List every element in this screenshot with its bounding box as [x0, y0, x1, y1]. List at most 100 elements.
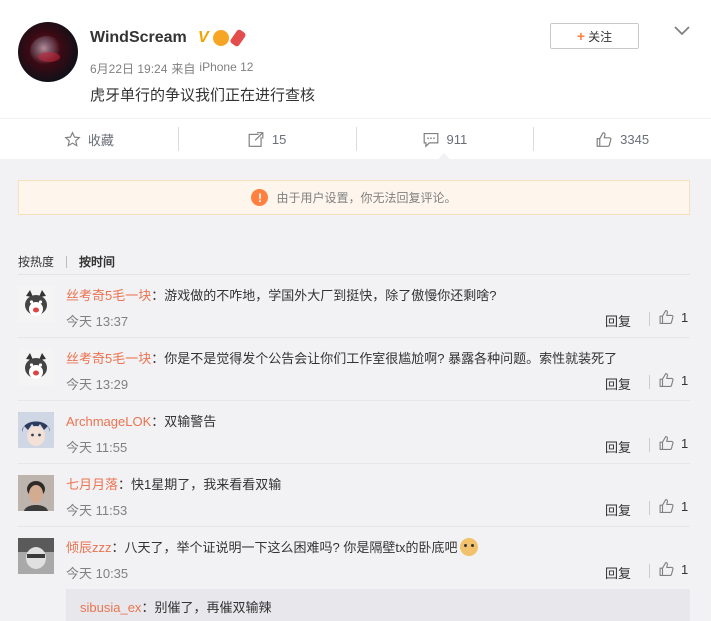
commenter-avatar[interactable]: [18, 538, 54, 574]
warning-icon: !: [251, 189, 269, 206]
comment-item: ArchmageLOK：双输警告 今天 11:55 回复 1: [18, 401, 690, 464]
comment-like-button[interactable]: 1: [649, 435, 689, 452]
post-source-prefix: 来自: [171, 62, 196, 76]
commenter-avatar[interactable]: [18, 475, 54, 511]
notice-text: 由于用户设置，你无法回复评论。: [276, 191, 457, 205]
reply-body: 别催了，再催双输辣: [154, 600, 272, 615]
thumbs-up-icon: [659, 373, 674, 387]
reply-button[interactable]: 回复: [605, 374, 631, 393]
comment-text: 倾辰zzz：八天了，举个证说明一下这么困难吗? 你是隔壁tx的卧底吧: [66, 537, 478, 556]
comment-like-button[interactable]: 1: [649, 498, 689, 515]
follow-button[interactable]: + 关注: [550, 23, 639, 49]
post-meta: 6月22日 19:24 来自 iPhone 12: [90, 60, 253, 77]
plus-icon: +: [576, 28, 586, 44]
comment-body: 快1星期了，我来看看双输: [131, 477, 282, 492]
post-timestamp[interactable]: 6月22日 19:24: [90, 60, 167, 77]
thumbs-up-icon: [596, 131, 612, 147]
commenter-name[interactable]: 倾辰zzz: [66, 540, 112, 555]
comment-section: ! 由于用户设置，你无法回复评论。 按热度 按时间 丝考奇5毛一块：游戏做的不咋…: [0, 159, 711, 621]
comment-time: 今天 11:55: [66, 440, 128, 455]
reply-button[interactable]: 回复: [605, 437, 631, 456]
commenter-name[interactable]: 丝考奇5毛一块: [66, 351, 151, 366]
action-divider: [649, 501, 650, 515]
comment-text: 丝考奇5毛一块：你是不是觉得发个公告会让你们工作室很尴尬啊? 暴露各种问题。索性…: [66, 348, 617, 367]
comment-separator: ：: [151, 351, 165, 366]
comment-body: 八天了，举个证说明一下这么困难吗? 你是隔壁tx的卧底吧: [124, 540, 458, 555]
fan-badge-icon[interactable]: [228, 28, 247, 48]
member-badge-icon[interactable]: [212, 30, 229, 46]
nested-reply-text: sibusia_ex：别催了，再催双输辣: [80, 597, 271, 616]
repost-count: 15: [271, 131, 287, 147]
thumbs-up-icon: [659, 499, 674, 513]
comment-like-button[interactable]: 1: [649, 372, 689, 389]
comment-button[interactable]: 911: [355, 119, 534, 160]
like-button[interactable]: 3345: [533, 119, 711, 159]
star-icon: [64, 130, 81, 147]
comment-count: 911: [446, 131, 468, 147]
comment-icon: [423, 132, 438, 148]
doge-emoji-icon: [459, 538, 478, 556]
comment-like-count: 1: [681, 561, 689, 577]
husky-avatar-icon: [18, 286, 54, 322]
reply-button[interactable]: 回复: [605, 311, 631, 330]
author-name[interactable]: WindScream: [90, 29, 187, 47]
reply-button[interactable]: 回复: [605, 563, 631, 582]
husky-avatar-icon: [18, 349, 54, 385]
comment-like-button[interactable]: 1: [649, 561, 689, 578]
comment-body: 你是不是觉得发个公告会让你们工作室很尴尬啊? 暴露各种问题。索性就装死了: [164, 351, 618, 366]
author-badges: V: [198, 28, 247, 48]
comment-time: 今天 11:53: [66, 503, 128, 518]
sort-by-hot-tab[interactable]: 按热度: [18, 253, 54, 270]
comment-item: 丝考奇5毛一块：游戏做的不咋地，学国外大厂到挺快，除了傲慢你还剩啥? 今天 13…: [18, 275, 690, 338]
thumbs-up-icon: [659, 562, 674, 576]
thumbs-up-icon: [659, 436, 674, 450]
comment-item: 丝考奇5毛一块：你是不是觉得发个公告会让你们工作室很尴尬啊? 暴露各种问题。索性…: [18, 338, 690, 401]
nested-reply: sibusia_ex：别催了，再催双输辣: [66, 589, 690, 621]
reply-button[interactable]: 回复: [605, 500, 631, 519]
author-avatar[interactable]: [18, 22, 78, 82]
person-avatar-icon: [18, 475, 54, 511]
repost-icon: [248, 131, 264, 147]
comment-time: 今天 13:37: [66, 314, 129, 329]
favorite-button[interactable]: 收藏: [0, 119, 178, 159]
comment-text: 七月月落：快1星期了，我来看看双输: [66, 474, 281, 493]
sort-tabs: 按热度 按时间: [18, 253, 115, 270]
favorite-label: 收藏: [87, 132, 114, 148]
comment-time: 今天 10:35: [66, 566, 129, 581]
comment-body: 游戏做的不咋地，学国外大厂到挺快，除了傲慢你还剩啥?: [164, 288, 497, 303]
reply-author-name[interactable]: sibusia_ex: [80, 600, 141, 615]
repost-button[interactable]: 15: [177, 119, 356, 159]
comment-text: ArchmageLOK：双输警告: [66, 411, 216, 430]
commenter-name[interactable]: 七月月落: [66, 477, 118, 492]
action-divider: [649, 375, 650, 389]
post-content: 虎牙单行的争议我们正在进行查核: [90, 87, 316, 104]
comment-separator: ：: [141, 600, 155, 615]
comment-item: 倾辰zzz：八天了，举个证说明一下这么困难吗? 你是隔壁tx的卧底吧 今天 10…: [18, 527, 690, 590]
post-card: WindScream V 6月22日 19:24 来自 iPhone 12 虎牙…: [0, 0, 711, 118]
commenter-name[interactable]: 丝考奇5毛一块: [66, 288, 151, 303]
comment-like-count: 1: [681, 498, 689, 514]
commenter-name[interactable]: ArchmageLOK: [66, 414, 151, 429]
commenter-avatar[interactable]: [18, 412, 54, 448]
comment-like-count: 1: [681, 309, 689, 325]
thumbs-up-icon: [659, 310, 674, 324]
commenter-avatar[interactable]: [18, 349, 54, 385]
comment-like-button[interactable]: 1: [649, 309, 689, 326]
comment-separator: ：: [151, 414, 165, 429]
comment-separator: ：: [118, 477, 132, 492]
reply-restricted-notice: ! 由于用户设置，你无法回复评论。: [18, 180, 690, 215]
comment-separator: ：: [151, 288, 165, 303]
comment-time: 今天 13:29: [66, 377, 129, 392]
comment-like-count: 1: [681, 372, 689, 388]
comment-like-count: 1: [681, 435, 689, 451]
follow-label: 关注: [588, 29, 613, 44]
sort-by-time-tab[interactable]: 按时间: [79, 253, 115, 270]
commenter-avatar[interactable]: [18, 286, 54, 322]
anime-avatar-icon: [18, 412, 54, 448]
comment-separator: ：: [111, 540, 125, 555]
verified-badge-icon[interactable]: V: [198, 29, 209, 47]
action-divider: [649, 312, 650, 326]
comment-text: 丝考奇5毛一块：游戏做的不咋地，学国外大厂到挺快，除了傲慢你还剩啥?: [66, 285, 496, 304]
chevron-down-icon[interactable]: [672, 20, 692, 40]
action-divider: [649, 438, 650, 452]
